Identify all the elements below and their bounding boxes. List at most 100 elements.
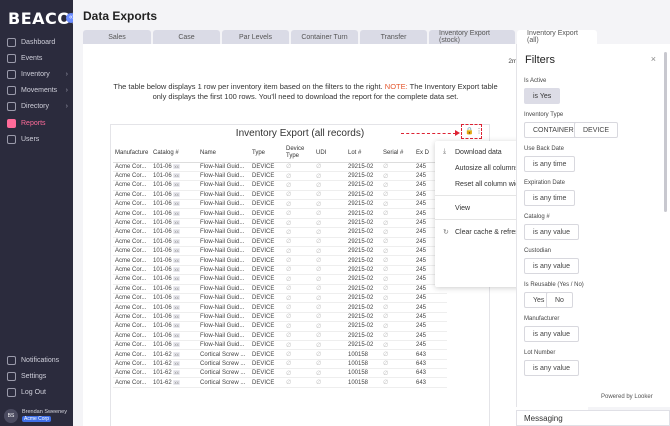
table-row[interactable]: Acme Cor... 101-06 xx Flow-Nail Guid... DEV…: [113, 255, 447, 266]
table-row[interactable]: Acme Cor... 101-06 xx Flow-Nail Guid... DEV…: [113, 180, 447, 191]
col-catalog[interactable]: Catalog #: [151, 145, 198, 163]
cell-device-type: ∅: [284, 162, 314, 172]
tab-case[interactable]: Case: [153, 30, 220, 44]
sidebar-item-logout[interactable]: Log Out: [0, 385, 73, 400]
col-manufacture[interactable]: Manufacture: [113, 145, 151, 163]
table-row[interactable]: Acme Cor... 101-06 xx Flow-Nail Guid... DEV…: [113, 331, 447, 341]
col-udi[interactable]: UDI: [314, 145, 346, 163]
table-row[interactable]: Acme Cor... 101-06 xx Flow-Nail Guid... DEV…: [113, 302, 447, 313]
cell-type: DEVICE: [250, 312, 284, 323]
col-name[interactable]: Name: [198, 145, 250, 163]
table-row[interactable]: Acme Cor... 101-06 xx Flow-Nail Guid... DEV…: [113, 293, 447, 304]
col-serial[interactable]: Serial #: [381, 145, 414, 163]
cell-type: DEVICE: [250, 293, 284, 304]
cell-serial: ∅: [381, 312, 414, 323]
table-row[interactable]: Acme Cor... 101-06 xx Flow-Nail Guid... DEV…: [113, 284, 447, 294]
table-row[interactable]: Acme Cor... 101-06 xx Flow-Nail Guid... DEV…: [113, 237, 447, 248]
note-label: NOTE:: [384, 82, 408, 91]
catalog-tag: xx: [173, 163, 180, 169]
tile-menu-icon[interactable]: 🔒 ⋮: [465, 127, 483, 135]
col-device-type[interactable]: Device Type: [284, 145, 314, 163]
filter-manufacturer[interactable]: is any value: [524, 326, 579, 342]
table-row[interactable]: Acme Cor... 101-06 xx Flow-Nail Guid... DEV…: [113, 312, 447, 323]
table-row[interactable]: Acme Cor... 101-06 xx Flow-Nail Guid... DEV…: [113, 199, 447, 210]
messaging-bar[interactable]: Messaging: [516, 410, 670, 426]
tab-par-levels[interactable]: Par Levels: [222, 30, 289, 44]
table-row[interactable]: Acme Cor... 101-06 xx Flow-Nail Guid... DEV…: [113, 171, 447, 182]
sidebar-item-movements[interactable]: Movements ›: [0, 83, 73, 98]
sidebar-item-events[interactable]: Events: [0, 51, 73, 66]
table-row[interactable]: Acme Cor... 101-62 xx Cortical Screw ... DE…: [113, 359, 447, 370]
report-icon: [7, 119, 16, 128]
filter-use-back-date[interactable]: is any time: [524, 156, 576, 172]
cell-manufacture: Acme Cor...: [113, 171, 151, 182]
null-value-icon: ∅: [286, 314, 292, 321]
cell-type: DEVICE: [250, 284, 284, 294]
sidebar-item-dashboard[interactable]: Dashboard: [0, 35, 73, 50]
filter-catalog[interactable]: is any value: [524, 224, 579, 240]
filters-scrollbar[interactable]: [664, 52, 667, 212]
cell-name: Flow-Nail Guid...: [198, 331, 250, 341]
filter-lot-number[interactable]: is any value: [524, 360, 579, 376]
sidebar-item-inventory[interactable]: Inventory ›: [0, 67, 73, 82]
user-profile[interactable]: BS Brendan Sweeney Acme Corp: [0, 405, 73, 426]
filter-option-no[interactable]: No: [546, 292, 573, 308]
catalog-tag: xx: [173, 201, 180, 207]
null-value-icon: ∅: [383, 295, 389, 302]
filter-option-device[interactable]: DEVICE: [574, 122, 619, 138]
cell-udi: ∅: [314, 162, 346, 172]
null-value-icon: ∅: [316, 352, 322, 358]
table-row[interactable]: Acme Cor... 101-62 xx Cortical Screw ... DE…: [113, 349, 447, 360]
cell-device-type: ∅: [284, 227, 314, 238]
cell-catalog: 101-06 xx: [151, 274, 198, 285]
table-row[interactable]: Acme Cor... 101-06 xx Flow-Nail Guid... DEV…: [113, 218, 447, 229]
cell-manufacture: Acme Cor...: [113, 265, 151, 276]
col-lot[interactable]: Lot #: [346, 145, 381, 163]
cell-lot: 29215-02: [346, 321, 381, 332]
cell-exp-date: 643: [414, 368, 447, 379]
cell-lot: 29215-02: [346, 171, 381, 182]
table-row[interactable]: Acme Cor... 101-62 xx Cortical Screw ... DE…: [113, 377, 447, 388]
filter-custodian[interactable]: is any value: [524, 258, 579, 274]
table-row[interactable]: Acme Cor... 101-06 xx Flow-Nail Guid... DEV…: [113, 208, 447, 219]
sidebar-item-notifications[interactable]: Notifications: [0, 353, 73, 368]
table-row[interactable]: Acme Cor... 101-06 xx Flow-Nail Guid... DEV…: [113, 227, 447, 238]
sidebar-item-directory[interactable]: Directory ›: [0, 99, 73, 114]
tab-inventory-export-stock[interactable]: Inventory Export (stock): [429, 30, 515, 44]
col-type[interactable]: Type: [250, 145, 284, 163]
cell-serial: ∅: [381, 284, 414, 294]
cell-catalog: 101-62 xx: [151, 359, 198, 370]
box-icon: [7, 70, 16, 79]
table-row[interactable]: Acme Cor... 101-06 xx Flow-Nail Guid... DEV…: [113, 190, 447, 201]
close-icon[interactable]: ×: [651, 54, 656, 64]
table-row[interactable]: Acme Cor... 101-06 xx Flow-Nail Guid... DEV…: [113, 321, 447, 332]
cell-manufacture: Acme Cor...: [113, 237, 151, 248]
cell-catalog: 101-62 xx: [151, 368, 198, 379]
table-row[interactable]: Acme Cor... 101-06 xx Flow-Nail Guid... DEV…: [113, 265, 447, 276]
filter-is-active[interactable]: is Yes: [524, 88, 561, 104]
tab-transfer[interactable]: Transfer: [360, 30, 427, 44]
cell-serial: ∅: [381, 171, 414, 182]
tab-container-turn[interactable]: Container Turn: [291, 30, 358, 44]
table-row[interactable]: Acme Cor... 101-06 xx Flow-Nail Guid... DEV…: [113, 162, 447, 172]
tab-sales[interactable]: Sales: [83, 30, 151, 44]
tab-inventory-export-all[interactable]: Inventory Export (all): [517, 30, 597, 44]
table-row[interactable]: Acme Cor... 101-06 xx Flow-Nail Guid... DEV…: [113, 340, 447, 351]
sidebar-item-reports[interactable]: Reports: [0, 116, 73, 131]
cell-lot: 29215-02: [346, 190, 381, 201]
calendar-icon: [7, 54, 16, 63]
catalog-tag: xx: [173, 351, 180, 357]
catalog-tag: xx: [173, 173, 180, 179]
cell-type: DEVICE: [250, 171, 284, 182]
cell-name: Flow-Nail Guid...: [198, 246, 250, 257]
cell-catalog: 101-06 xx: [151, 255, 198, 266]
table-row[interactable]: Acme Cor... 101-06 xx Flow-Nail Guid... DEV…: [113, 246, 447, 257]
table-row[interactable]: Acme Cor... 101-62 xx Cortical Screw ... DE…: [113, 368, 447, 379]
table-row[interactable]: Acme Cor... 101-06 xx Flow-Nail Guid... DEV…: [113, 274, 447, 285]
sidebar-item-settings[interactable]: Settings: [0, 369, 73, 384]
null-value-icon: ∅: [316, 239, 322, 246]
cell-name: Cortical Screw ...: [198, 368, 250, 379]
sidebar-item-users[interactable]: Users: [0, 132, 73, 147]
catalog-tag: xx: [173, 295, 180, 301]
filter-expiration-date[interactable]: is any time: [524, 190, 576, 206]
